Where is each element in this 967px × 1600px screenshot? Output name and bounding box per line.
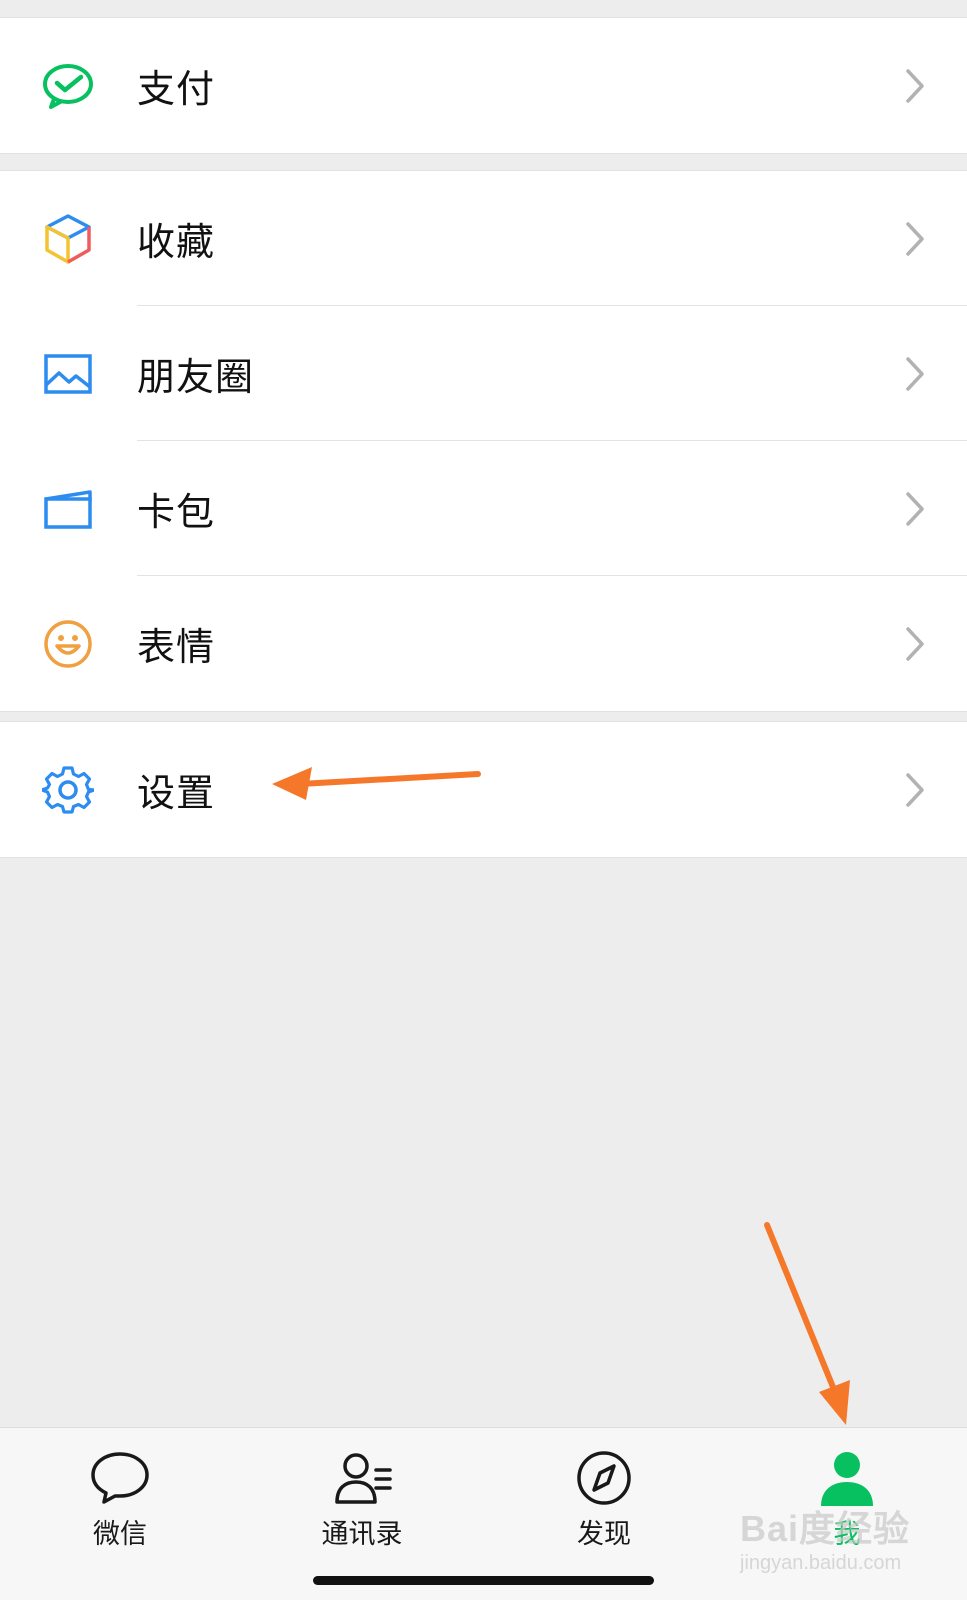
menu-item-label: 设置 <box>137 771 216 815</box>
wechat-pay-icon <box>40 58 96 114</box>
tab-label: 微信 <box>93 1519 147 1550</box>
contacts-icon <box>335 1453 392 1504</box>
chevron-right-icon <box>906 221 924 256</box>
bottom-tab-bar: 微信 通讯录 发现 我 <box>0 1427 967 1600</box>
menu-group-settings: 设置 <box>0 721 967 858</box>
tab-contacts[interactable]: 通讯录 <box>292 1428 432 1568</box>
menu-item-stickers[interactable]: 表情 <box>0 576 967 711</box>
card-wallet-icon <box>40 481 96 537</box>
tab-label: 通讯录 <box>321 1519 403 1550</box>
annotation-arrow-me-tab <box>764 1222 850 1425</box>
menu-item-pay[interactable]: 支付 <box>0 18 967 153</box>
chevron-right-icon <box>906 68 924 103</box>
tab-discover[interactable]: 发现 <box>534 1428 674 1568</box>
tab-chats[interactable]: 微信 <box>50 1428 190 1568</box>
menu-item-label: 收藏 <box>137 220 216 264</box>
compass-icon <box>577 1451 631 1505</box>
menu-item-label: 支付 <box>137 67 216 111</box>
chevron-right-icon <box>906 491 924 526</box>
me-person-icon <box>821 1452 873 1506</box>
me-screen: 支付 收藏 朋友圈 卡包 表情 设置 微信 通讯录 发现 我 Bai度经验 ji… <box>0 0 967 1600</box>
tab-label: 我 <box>833 1519 861 1550</box>
menu-item-card-wallet[interactable]: 卡包 <box>0 441 967 576</box>
moments-image-icon <box>40 346 96 402</box>
chat-bubble-icon <box>91 1452 149 1504</box>
tab-me[interactable]: 我 <box>777 1428 917 1568</box>
menu-group-pay: 支付 <box>0 17 967 154</box>
chevron-right-icon <box>906 772 924 807</box>
tab-label: 发现 <box>577 1519 631 1550</box>
gear-icon <box>40 762 96 818</box>
chevron-right-icon <box>906 626 924 661</box>
menu-item-label: 朋友圈 <box>137 355 255 399</box>
menu-item-favorites[interactable]: 收藏 <box>0 171 967 306</box>
menu-item-settings[interactable]: 设置 <box>0 722 967 857</box>
chevron-right-icon <box>906 356 924 391</box>
menu-item-label: 卡包 <box>137 490 216 534</box>
favorites-cube-icon <box>40 211 96 267</box>
home-indicator <box>313 1576 654 1585</box>
menu-item-moments[interactable]: 朋友圈 <box>0 306 967 441</box>
emoji-smile-icon <box>40 616 96 672</box>
menu-group-content: 收藏 朋友圈 卡包 表情 <box>0 170 967 712</box>
menu-item-label: 表情 <box>137 625 216 669</box>
